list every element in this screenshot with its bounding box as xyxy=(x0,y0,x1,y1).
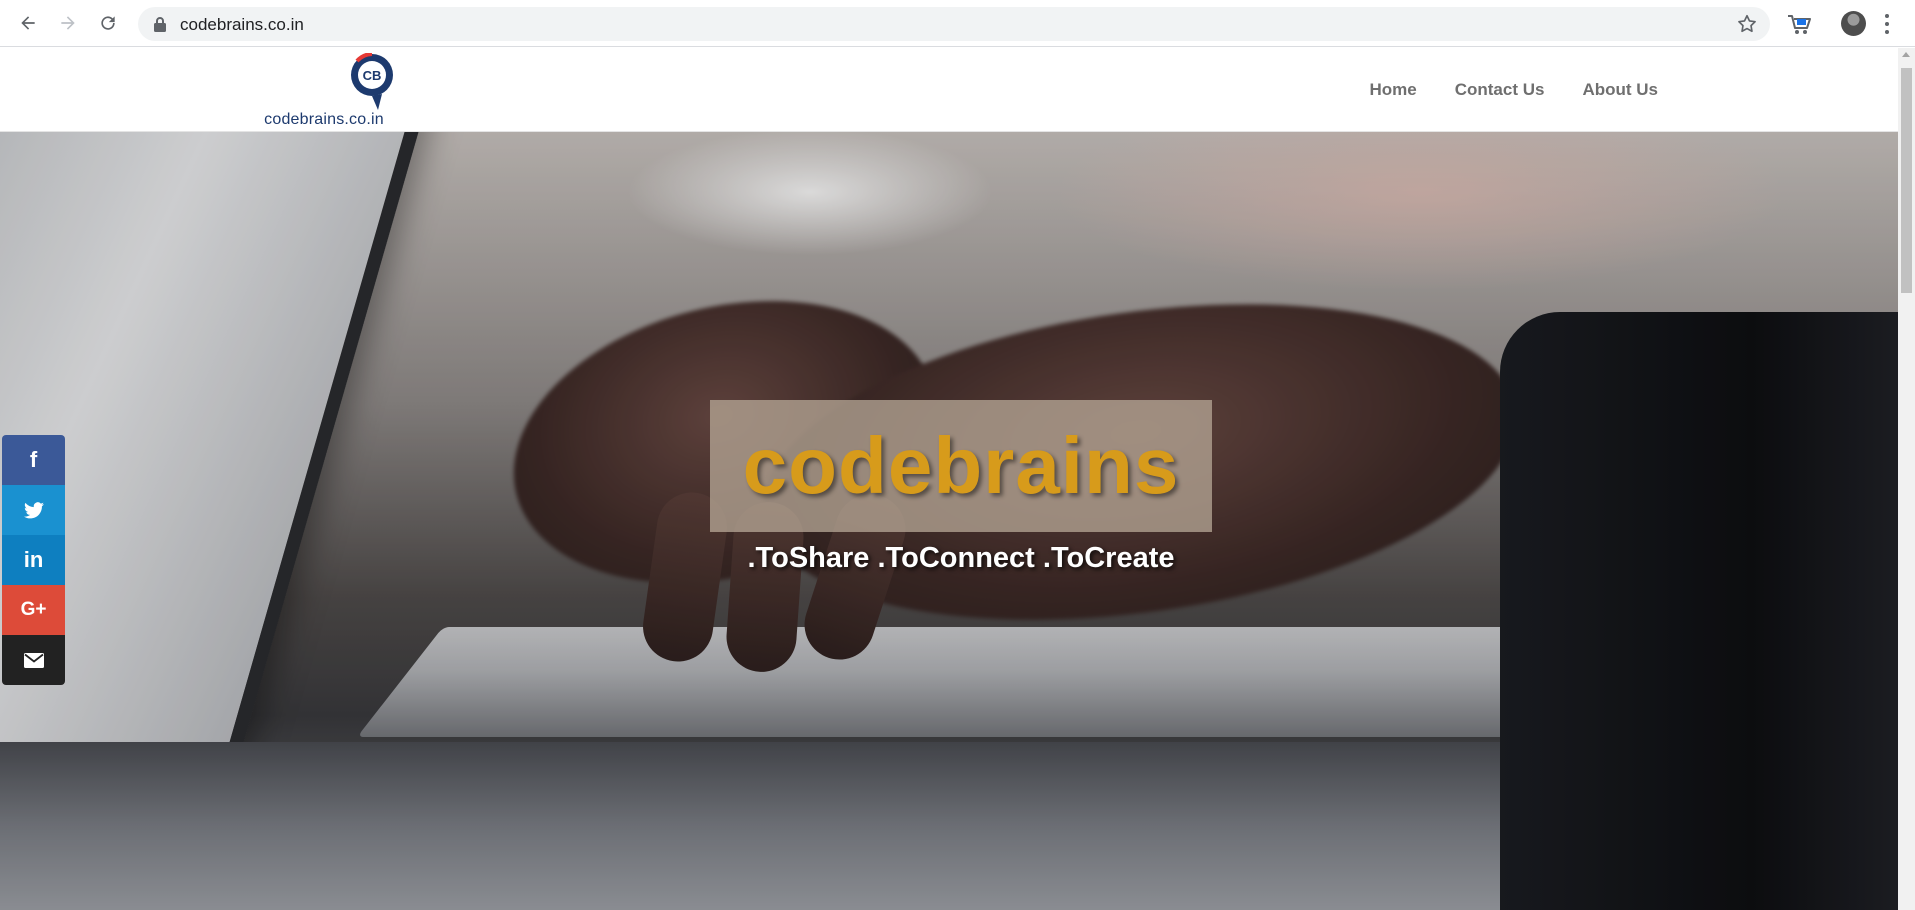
address-bar[interactable]: codebrains.co.in xyxy=(138,7,1770,41)
kebab-menu-icon[interactable] xyxy=(1882,12,1892,36)
scroll-up-arrow-icon[interactable] xyxy=(1902,52,1910,57)
lock-icon xyxy=(154,17,166,32)
hero-title-box: codebrains xyxy=(710,400,1212,532)
nav-about-us[interactable]: About Us xyxy=(1582,80,1658,100)
nav-contact-us[interactable]: Contact Us xyxy=(1455,80,1545,100)
web-page: CB codebrains.co.in Home Contact Us Abou… xyxy=(0,48,1898,910)
twitter-icon xyxy=(23,501,44,518)
email-share-button[interactable] xyxy=(2,635,65,685)
hero-banner: codebrains .ToShare .ToConnect .ToCreate xyxy=(0,132,1898,910)
avatar[interactable] xyxy=(1841,11,1866,36)
forward-arrow-icon[interactable] xyxy=(54,9,82,37)
logo-text: codebrains.co.in xyxy=(264,111,384,128)
linkedin-share-button[interactable]: in xyxy=(2,535,65,585)
site-logo[interactable]: CB codebrains.co.in xyxy=(256,53,406,129)
url-text: codebrains.co.in xyxy=(180,15,304,34)
twitter-share-button[interactable] xyxy=(2,485,65,535)
back-arrow-icon[interactable] xyxy=(14,9,42,37)
browser-toolbar: codebrains.co.in xyxy=(0,0,1915,47)
googleplus-share-button[interactable]: G+ xyxy=(2,585,65,635)
star-icon[interactable] xyxy=(1736,13,1758,35)
hero-title: codebrains xyxy=(742,421,1180,510)
linkedin-icon: in xyxy=(23,547,44,572)
hero-tagline: .ToShare .ToConnect .ToCreate xyxy=(747,542,1175,574)
page-scrollbar[interactable] xyxy=(1898,48,1915,910)
email-icon xyxy=(23,652,44,668)
nav-home[interactable]: Home xyxy=(1369,80,1416,100)
main-navigation: Home Contact Us About Us xyxy=(1369,80,1658,100)
social-share-bar: f in G+ xyxy=(2,435,65,685)
reload-icon[interactable] xyxy=(94,9,122,37)
facebook-share-button[interactable]: f xyxy=(2,435,65,485)
googleplus-icon: G+ xyxy=(20,599,47,620)
facebook-icon: f xyxy=(29,447,38,472)
site-header: CB codebrains.co.in Home Contact Us Abou… xyxy=(0,48,1898,132)
logo-mark-text: CB xyxy=(363,68,382,83)
scrollbar-thumb[interactable] xyxy=(1901,68,1912,293)
cart-extension-icon[interactable] xyxy=(1785,10,1813,38)
cb-logo-icon: CB xyxy=(351,53,393,110)
